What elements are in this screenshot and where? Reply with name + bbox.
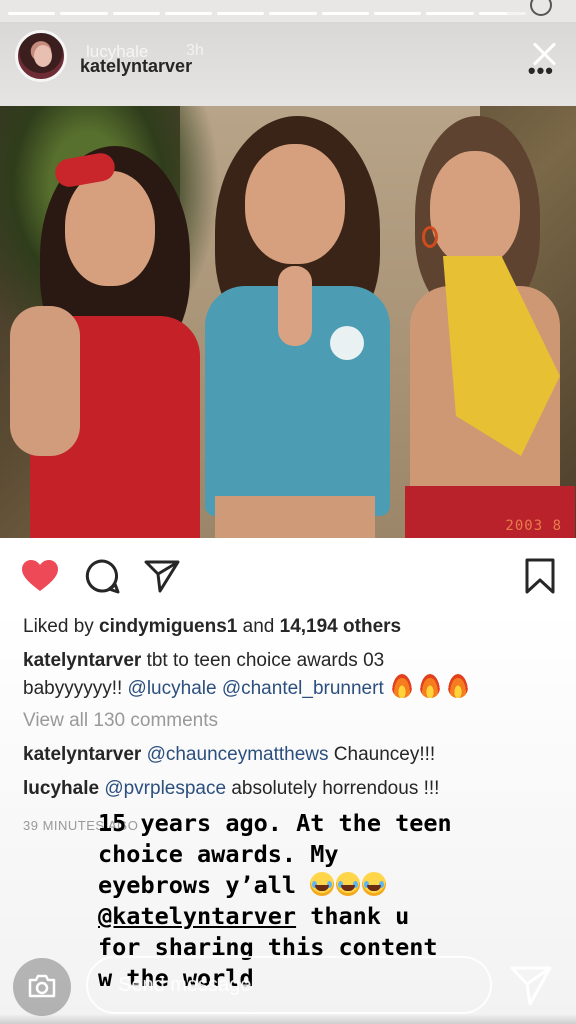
likes-summary[interactable]: Liked by cindymiguens1 and 14,194 others [23,614,401,640]
comment-row: lucyhale @pvrplespace absolutely horrend… [23,778,440,799]
liker-username[interactable]: cindymiguens1 [99,616,237,637]
camera-icon [28,974,56,998]
person-right [395,116,576,538]
likes-count[interactable]: 14,194 others [280,616,401,637]
person-center [180,116,410,538]
progress-segment [269,12,317,15]
more-options-icon[interactable]: ••• [528,58,554,84]
caption-continued: babyyyyyy!! @lucyhale @chantel_brunnert [23,674,468,702]
progress-segment [112,12,160,15]
fire-emoji-icon [419,674,440,698]
bookmark-icon[interactable] [524,558,556,594]
comment-username[interactable]: lucyhale [23,778,99,799]
story-view[interactable]: lucyhale 3h katelyntarver ••• 2003 8 Lik… [0,0,576,1024]
progress-segment [8,12,56,15]
laughing-emoji-icon [336,872,361,896]
post-action-bar [0,538,576,608]
progress-segment [217,12,265,15]
heart-icon[interactable] [22,560,58,592]
story-reply-bar [0,940,576,1024]
post-header: lucyhale 3h katelyntarver ••• [0,22,576,106]
send-icon[interactable] [508,962,554,1008]
send-message-input[interactable] [86,956,492,1014]
laughing-emoji-icon [362,872,387,896]
progress-segment [321,12,370,15]
progress-segment [164,12,213,15]
mention-link[interactable]: @chantel_brunnert [222,678,384,699]
progress-segment [60,12,108,15]
fire-emoji-icon [391,674,412,698]
photo-date-stamp: 2003 8 [505,518,562,534]
comment-username[interactable]: katelyntarver [23,744,141,765]
comment-icon[interactable] [84,558,120,594]
avatar[interactable] [15,30,67,82]
view-all-comments-link[interactable]: View all 130 comments [23,708,218,734]
camera-button[interactable] [13,958,71,1016]
fire-emoji-icon [447,674,468,698]
share-icon[interactable] [144,558,180,594]
post-username[interactable]: katelyntarver [80,56,192,77]
laughing-emoji-icon [310,872,335,896]
overlay-mention[interactable]: @katelyntarver [98,902,296,930]
progress-segment-current [478,12,526,15]
caption: katelyntarver tbt to teen choice awards … [23,650,385,671]
status-circle-icon [530,0,552,16]
comment-row: katelyntarver @chaunceymatthews Chauncey… [23,744,436,765]
mention-link[interactable]: @chaunceymatthews [147,744,329,765]
mention-link[interactable]: @pvrplespace [104,778,226,799]
post-photo[interactable]: 2003 8 [0,106,576,538]
mention-link[interactable]: @lucyhale [128,678,217,699]
story-progress-bar [8,12,526,15]
progress-segment [374,12,422,15]
progress-segment [426,12,474,15]
caption-username[interactable]: katelyntarver [23,650,141,671]
